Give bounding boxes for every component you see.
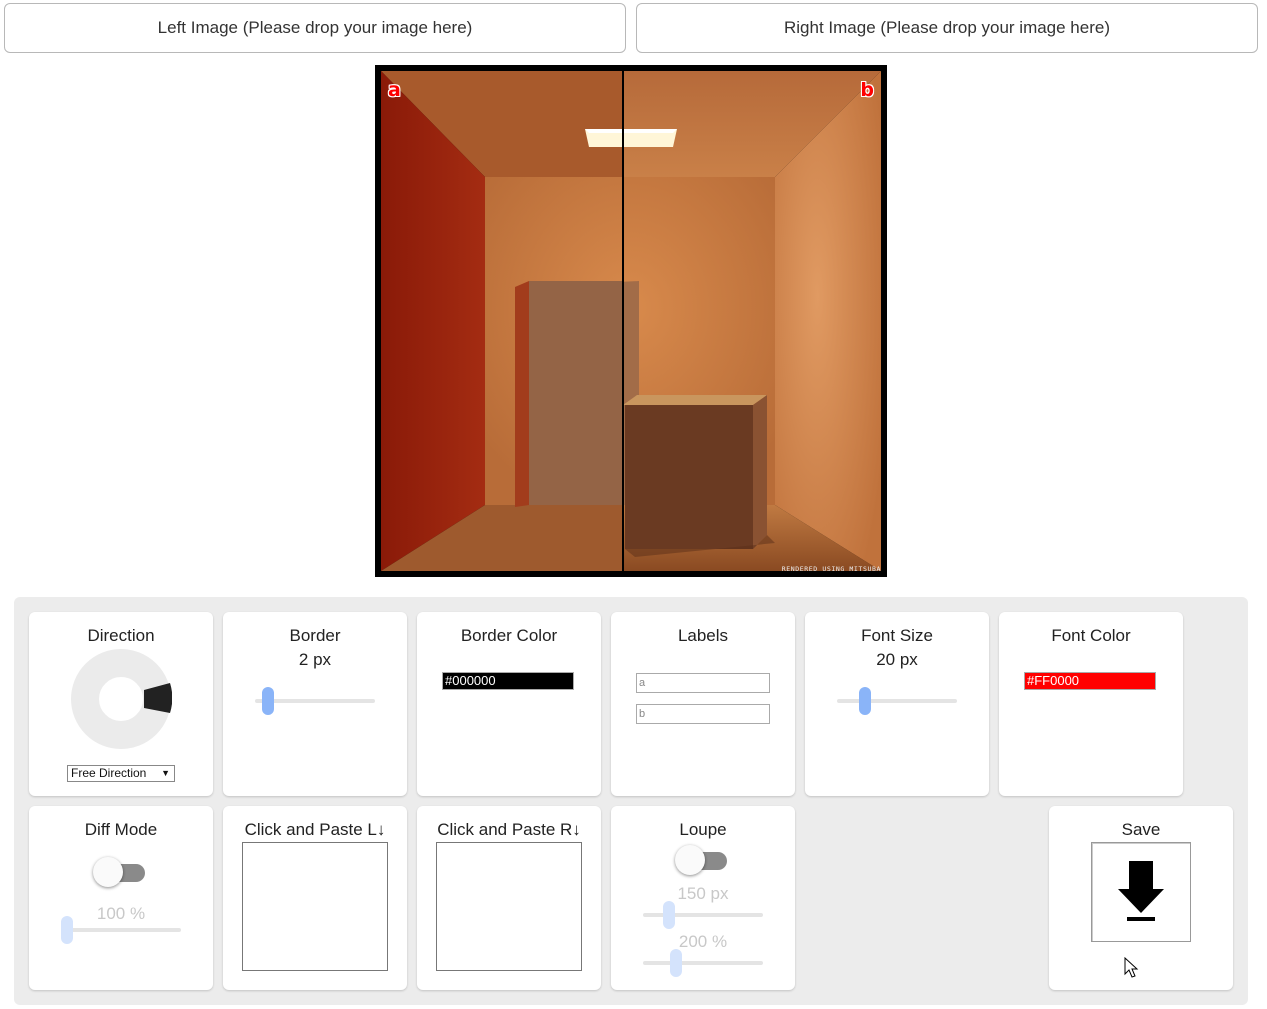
label-right-input[interactable]: b: [636, 704, 770, 724]
loupe-size-slider-track[interactable]: [643, 913, 763, 917]
left-drop-label: Left Image (Please drop your image here): [157, 18, 473, 37]
left-image-drop-zone[interactable]: Left Image (Please drop your image here): [4, 3, 626, 53]
direction-card: Direction Free Direction ▼: [29, 612, 213, 796]
paste-left-card: Click and Paste L↓: [223, 806, 407, 990]
loupe-zoom-value: 200 %: [678, 932, 728, 951]
border-card: Border 2 px: [223, 612, 407, 796]
loupe-toggle[interactable]: [675, 844, 731, 876]
paste-right-title: Click and Paste R↓: [437, 820, 581, 839]
diff-opacity-slider-thumb[interactable]: [61, 916, 73, 944]
diff-opacity-value: 100 %: [96, 904, 146, 923]
paste-right-area[interactable]: [436, 842, 582, 971]
border-slider-thumb[interactable]: [262, 687, 274, 715]
font-size-card: Font Size 20 px: [805, 612, 989, 796]
label-left-input[interactable]: a: [636, 673, 770, 693]
comparison-viewer[interactable]: a b RENDERED USING MITSUBA: [375, 65, 887, 577]
font-size-slider-track[interactable]: [837, 699, 957, 703]
font-color-title: Font Color: [1051, 626, 1131, 645]
border-color-input[interactable]: #000000: [442, 672, 574, 690]
direction-select-value: Free Direction: [71, 766, 147, 780]
direction-select[interactable]: Free Direction ▼: [67, 765, 175, 782]
diff-mode-title: Diff Mode: [84, 820, 158, 839]
border-value: 2 px: [298, 650, 332, 669]
paste-left-area[interactable]: [242, 842, 388, 971]
mouse-cursor-icon: [1124, 957, 1139, 978]
download-arrow-icon: [1118, 861, 1164, 921]
render-credit: RENDERED USING MITSUBA: [781, 565, 881, 573]
paste-right-card: Click and Paste R↓: [417, 806, 601, 990]
right-drop-label: Right Image (Please drop your image here…: [784, 18, 1110, 37]
paste-left-title: Click and Paste L↓: [244, 820, 386, 839]
diff-mode-toggle[interactable]: [93, 856, 149, 888]
loupe-size-slider-thumb[interactable]: [663, 901, 675, 929]
diff-mode-card: Diff Mode 100 %: [29, 806, 213, 990]
loupe-toggle-knob: [675, 845, 705, 875]
direction-title: Direction: [87, 626, 155, 645]
font-size-value: 20 px: [876, 650, 918, 669]
border-color-card: Border Color #000000: [417, 612, 601, 796]
save-title: Save: [1121, 820, 1161, 839]
chevron-down-icon: ▼: [161, 768, 170, 778]
loupe-title: Loupe: [679, 820, 727, 839]
font-size-slider-thumb[interactable]: [859, 687, 871, 715]
right-image-drop-zone[interactable]: Right Image (Please drop your image here…: [636, 3, 1258, 53]
label-b: b: [860, 79, 874, 101]
font-size-title: Font Size: [861, 626, 933, 645]
save-button[interactable]: [1091, 842, 1191, 942]
control-panel: Direction Free Direction ▼ Border 2 px B…: [14, 597, 1248, 1005]
border-color-title: Border Color: [460, 626, 558, 645]
font-color-input[interactable]: #FF0000: [1024, 672, 1156, 690]
label-a: a: [388, 79, 401, 101]
direction-dial-icon[interactable]: [70, 648, 172, 750]
loupe-zoom-slider-track[interactable]: [643, 961, 763, 965]
loupe-size-value: 150 px: [677, 884, 729, 903]
labels-card: Labels a b: [611, 612, 795, 796]
loupe-card: Loupe 150 px 200 %: [611, 806, 795, 990]
loupe-zoom-slider-thumb[interactable]: [670, 949, 682, 977]
diff-opacity-slider-track[interactable]: [61, 928, 181, 932]
diff-mode-toggle-knob: [93, 857, 123, 887]
labels-title: Labels: [677, 626, 729, 645]
font-color-card: Font Color #FF0000: [999, 612, 1183, 796]
border-title: Border: [289, 626, 341, 645]
rendered-scene-image: [381, 71, 881, 571]
save-card: Save: [1049, 806, 1233, 990]
